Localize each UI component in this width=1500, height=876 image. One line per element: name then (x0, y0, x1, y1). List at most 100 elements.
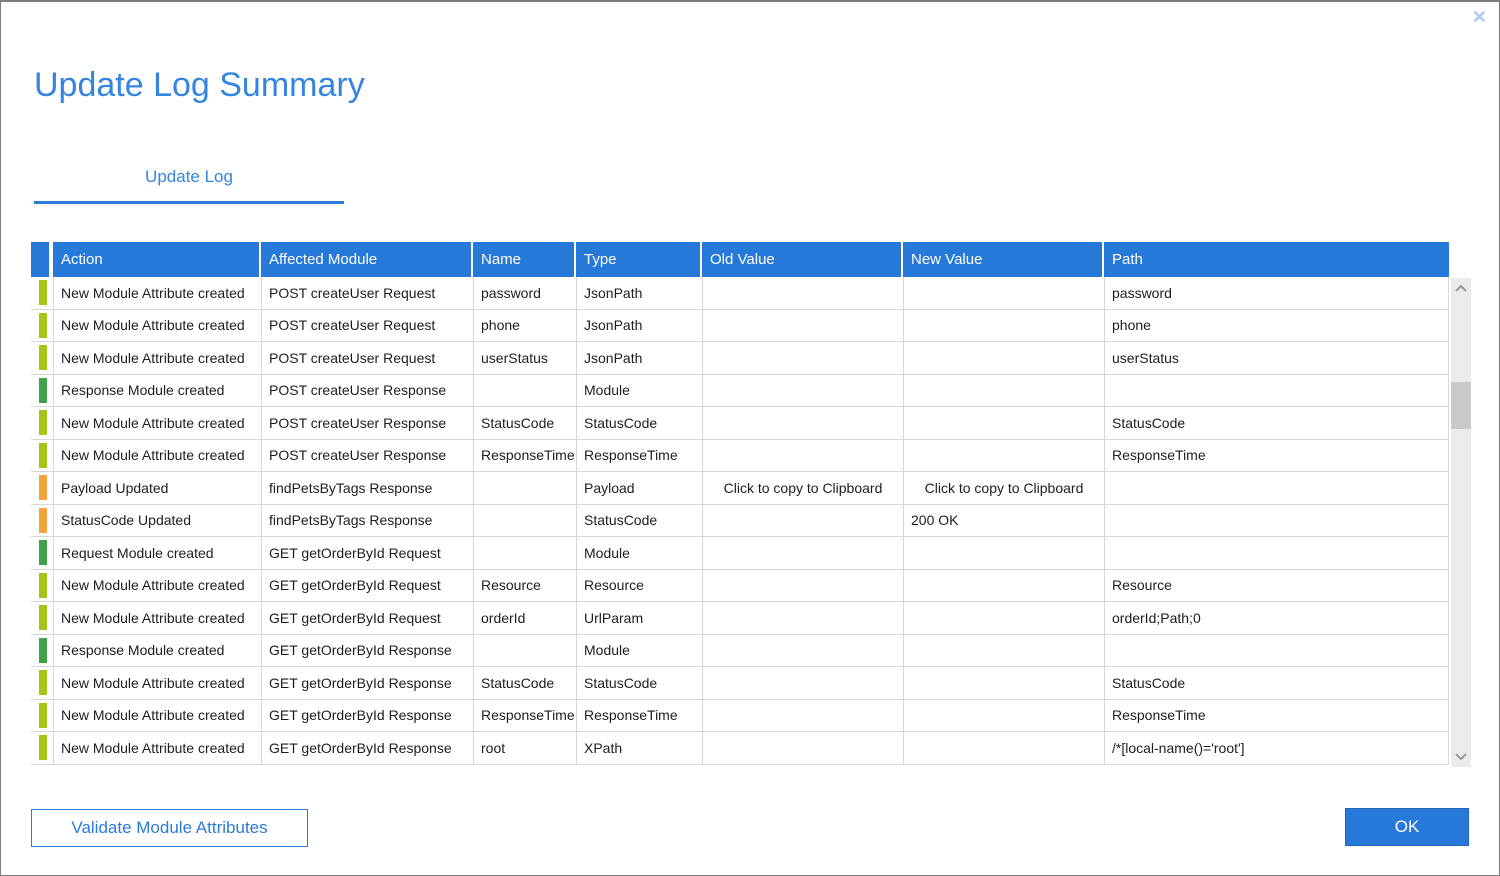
scroll-up-button[interactable] (1451, 280, 1471, 297)
cell-new-value (903, 537, 1104, 569)
tab-update-log[interactable]: Update Log (34, 158, 344, 204)
cell-type: Payload (576, 472, 702, 504)
cell-affected-module: POST createUser Request (261, 277, 473, 309)
column-header-old-value: Old Value (702, 242, 903, 277)
cell-affected-module: GET getOrderById Response (261, 732, 473, 764)
vertical-scrollbar[interactable] (1451, 278, 1471, 767)
cell-old-value (702, 537, 903, 569)
cell-name: StatusCode (473, 407, 576, 439)
page-title: Update Log Summary (34, 66, 365, 105)
table-row[interactable]: New Module Attribute created GET getOrde… (31, 700, 1449, 733)
cell-old-value (702, 732, 903, 764)
table-row[interactable]: New Module Attribute created GET getOrde… (31, 732, 1449, 765)
cell-new-value (903, 407, 1104, 439)
cell-indicator (31, 472, 53, 504)
cell-action: New Module Attribute created (53, 342, 261, 374)
close-icon[interactable]: ✕ (1472, 8, 1487, 26)
cell-indicator (31, 700, 53, 732)
cell-name: StatusCode (473, 667, 576, 699)
cell-type: StatusCode (576, 505, 702, 537)
cell-affected-module: POST createUser Response (261, 375, 473, 407)
cell-action: New Module Attribute created (53, 570, 261, 602)
table-row[interactable]: New Module Attribute created POST create… (31, 440, 1449, 473)
cell-type: Module (576, 635, 702, 667)
column-header-name: Name (473, 242, 576, 277)
cell-new-value (903, 440, 1104, 472)
cell-old-value (702, 667, 903, 699)
row-status-indicator (39, 410, 47, 435)
cell-type: XPath (576, 732, 702, 764)
table-row[interactable]: New Module Attribute created GET getOrde… (31, 667, 1449, 700)
cell-new-value (903, 635, 1104, 667)
cell-new-value (903, 310, 1104, 342)
cell-type: StatusCode (576, 667, 702, 699)
chevron-down-icon (1455, 753, 1467, 760)
cell-name: orderId (473, 602, 576, 634)
table-row[interactable]: New Module Attribute created POST create… (31, 277, 1449, 310)
column-header-affected-module: Affected Module (261, 242, 473, 277)
cell-name: root (473, 732, 576, 764)
cell-type: Resource (576, 570, 702, 602)
validate-module-attributes-button[interactable]: Validate Module Attributes (31, 809, 308, 847)
cell-path: userStatus (1104, 342, 1449, 374)
cell-affected-module: findPetsByTags Response (261, 505, 473, 537)
tab-bar: Update Log (34, 158, 344, 204)
row-status-indicator (39, 735, 47, 760)
cell-affected-module: POST createUser Response (261, 407, 473, 439)
cell-affected-module: GET getOrderById Response (261, 700, 473, 732)
cell-indicator (31, 667, 53, 699)
table-row[interactable]: New Module Attribute created POST create… (31, 310, 1449, 343)
column-header-indicator (31, 242, 53, 277)
cell-type: UrlParam (576, 602, 702, 634)
table-row[interactable]: StatusCode Updated findPetsByTags Respon… (31, 505, 1449, 538)
cell-indicator (31, 732, 53, 764)
cell-indicator (31, 342, 53, 374)
cell-old-value[interactable]: Click to copy to Clipboard (702, 472, 903, 504)
cell-indicator (31, 570, 53, 602)
ok-button[interactable]: OK (1345, 808, 1469, 846)
cell-name (473, 472, 576, 504)
chevron-up-icon (1455, 285, 1467, 292)
cell-path: ResponseTime (1104, 700, 1449, 732)
cell-type: JsonPath (576, 342, 702, 374)
cell-new-value (903, 342, 1104, 374)
row-status-indicator (39, 605, 47, 630)
cell-path (1104, 505, 1449, 537)
cell-type: JsonPath (576, 310, 702, 342)
cell-type: ResponseTime (576, 700, 702, 732)
cell-path: /*[local-name()='root'] (1104, 732, 1449, 764)
cell-action: Request Module created (53, 537, 261, 569)
cell-path: orderId;Path;0 (1104, 602, 1449, 634)
cell-name: phone (473, 310, 576, 342)
table-row[interactable]: Response Module created POST createUser … (31, 375, 1449, 408)
cell-indicator (31, 602, 53, 634)
cell-affected-module: POST createUser Request (261, 310, 473, 342)
table-row[interactable]: New Module Attribute created GET getOrde… (31, 570, 1449, 603)
row-status-indicator (39, 703, 47, 728)
table-row[interactable]: Request Module created GET getOrderById … (31, 537, 1449, 570)
cell-new-value[interactable]: Click to copy to Clipboard (903, 472, 1104, 504)
cell-action: New Module Attribute created (53, 277, 261, 309)
cell-new-value: 200 OK (903, 505, 1104, 537)
table-row[interactable]: New Module Attribute created POST create… (31, 342, 1449, 375)
scroll-down-button[interactable] (1451, 748, 1471, 765)
cell-indicator (31, 440, 53, 472)
cell-name: password (473, 277, 576, 309)
cell-path: ResponseTime (1104, 440, 1449, 472)
cell-name (473, 635, 576, 667)
cell-new-value (903, 375, 1104, 407)
cell-old-value (702, 375, 903, 407)
cell-action: Payload Updated (53, 472, 261, 504)
scrollbar-thumb[interactable] (1451, 382, 1471, 429)
cell-action: New Module Attribute created (53, 732, 261, 764)
table-row[interactable]: Payload Updated findPetsByTags Response … (31, 472, 1449, 505)
cell-name: ResponseTime (473, 700, 576, 732)
cell-new-value (903, 570, 1104, 602)
table-row[interactable]: New Module Attribute created GET getOrde… (31, 602, 1449, 635)
table-row[interactable]: New Module Attribute created POST create… (31, 407, 1449, 440)
row-status-indicator (39, 638, 47, 663)
row-status-indicator (39, 378, 47, 403)
tab-active-underline (34, 201, 344, 204)
table-row[interactable]: Response Module created GET getOrderById… (31, 635, 1449, 668)
cell-type: Module (576, 375, 702, 407)
